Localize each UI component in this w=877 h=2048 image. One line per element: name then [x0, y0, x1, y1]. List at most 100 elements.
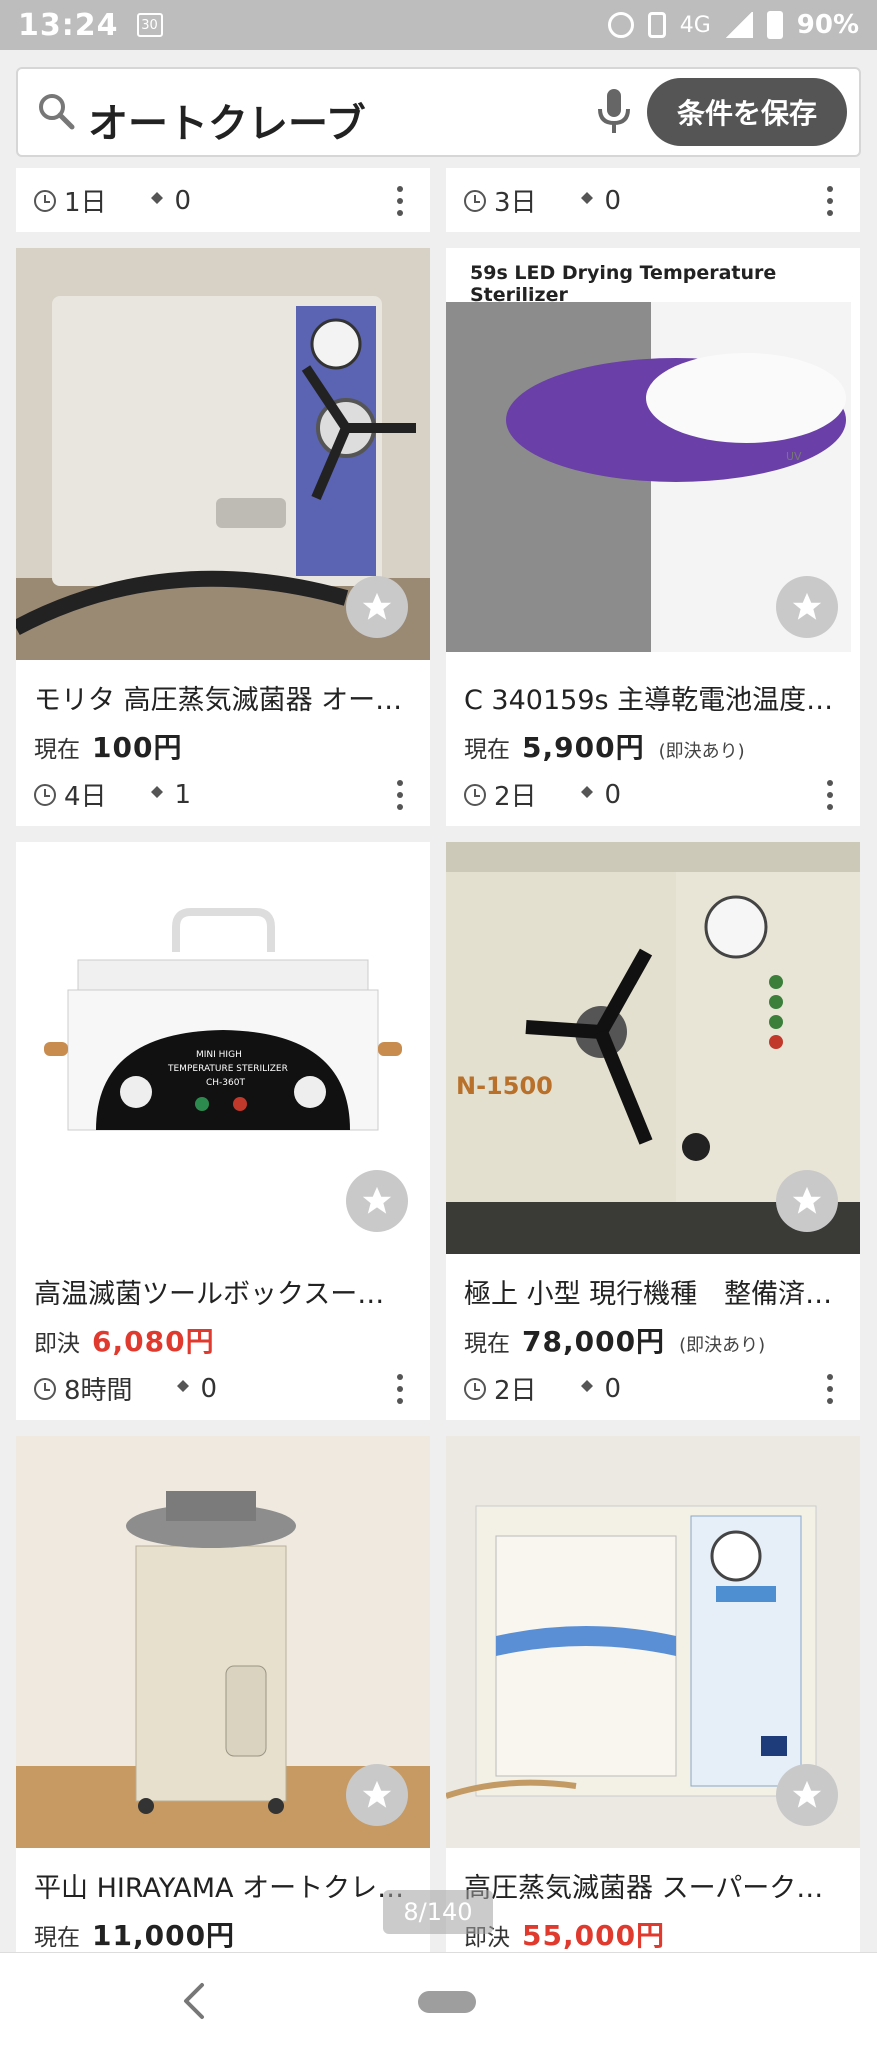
listing-meta: 8時間 0: [34, 1370, 414, 1407]
gavel-icon: [575, 191, 593, 209]
clock-icon: [34, 783, 56, 806]
more-options-icon[interactable]: [396, 779, 404, 810]
clock-icon: [464, 189, 486, 212]
price: 55,000円: [522, 1919, 666, 1952]
price-line: 即決 6,080円: [34, 1320, 215, 1360]
save-search-button[interactable]: 条件を保存: [647, 78, 847, 146]
status-time: 13:24: [18, 7, 119, 43]
listing-card[interactable]: 高圧蒸気滅菌器 スーパーク… 即決 55,000円: [446, 1436, 860, 1952]
image-caption: N-1500: [456, 1072, 553, 1100]
alarm-icon: [607, 12, 634, 38]
price-label: 現在: [464, 737, 510, 763]
clock-icon: [34, 189, 56, 212]
calendar-icon: 30: [136, 13, 163, 37]
price: 100円: [92, 731, 183, 764]
back-icon[interactable]: [176, 1979, 216, 2023]
bid-count: 0: [174, 185, 192, 216]
listing-image[interactable]: N-1500: [446, 842, 860, 1254]
image-caption: MINI HIGH: [196, 1050, 242, 1060]
price-label: 現在: [464, 1331, 510, 1357]
listing-card[interactable]: 1日 0: [16, 168, 430, 232]
star-icon: [362, 1780, 392, 1808]
favorite-button[interactable]: [776, 1764, 838, 1826]
listing-card[interactable]: N-1500 極上 小型 現行機種 整備済… 現在 78,000円 (即決あり)…: [446, 842, 860, 1420]
star-icon: [362, 1186, 392, 1214]
vibrate-icon: [647, 12, 666, 38]
price-line: 現在 5,900円 (即決あり): [464, 726, 745, 766]
listing-image[interactable]: MINI HIGH TEMPERATURE STERILIZER CH-360T: [16, 842, 430, 1254]
image-caption: TEMPERATURE STERILIZER: [168, 1064, 288, 1074]
time-left: 4日: [64, 782, 107, 812]
price-line: 現在 100円: [34, 726, 182, 766]
clock-icon: [34, 1377, 56, 1400]
price: 78,000円: [522, 1325, 666, 1358]
listing-meta: 2日 0: [464, 776, 844, 813]
favorite-button[interactable]: [346, 1170, 408, 1232]
clock-icon: [464, 1377, 486, 1400]
price-label: 現在: [34, 737, 80, 763]
home-pill[interactable]: [418, 1991, 476, 2013]
search-box[interactable]: オートクレーブ 条件を保存: [16, 67, 861, 157]
bid-count: 0: [604, 779, 622, 810]
more-options-icon[interactable]: [396, 185, 404, 216]
price-line: 現在 11,000円: [34, 1914, 235, 1954]
listing-title[interactable]: 極上 小型 現行機種 整備済…: [464, 1272, 842, 1311]
network-label: 4G: [679, 12, 711, 38]
search-input[interactable]: オートクレーブ: [88, 91, 366, 149]
search-header: オートクレーブ 条件を保存: [0, 50, 877, 168]
listing-title[interactable]: 高圧蒸気滅菌器 スーパーク…: [464, 1866, 842, 1905]
star-icon: [792, 1780, 822, 1808]
gavel-icon: [145, 191, 163, 209]
more-options-icon[interactable]: [826, 185, 834, 216]
svg-text:UV: UV: [786, 450, 802, 463]
price: 6,080円: [92, 1325, 215, 1358]
favorite-button[interactable]: [776, 1170, 838, 1232]
gavel-icon: [171, 1379, 189, 1397]
status-bar: 13:24 30 4G 90%: [0, 0, 877, 50]
bid-count: 1: [174, 779, 192, 810]
listing-card[interactable]: 59s LED Drying Temperature Sterilizer UV…: [446, 248, 860, 826]
clock-icon: [464, 783, 486, 806]
more-options-icon[interactable]: [396, 1373, 404, 1404]
listing-meta: 2日 0: [464, 1370, 844, 1407]
star-icon: [792, 592, 822, 620]
time-left: 8時間: [64, 1376, 133, 1406]
more-options-icon[interactable]: [826, 1373, 834, 1404]
favorite-button[interactable]: [346, 576, 408, 638]
price-label: 現在: [34, 1925, 80, 1951]
image-caption: CH-360T: [206, 1078, 245, 1088]
listing-image[interactable]: [16, 248, 430, 660]
time-left: 3日: [494, 188, 537, 218]
favorite-button[interactable]: [776, 576, 838, 638]
listing-title[interactable]: 高温滅菌ツールボックスー…: [34, 1272, 412, 1311]
mic-icon[interactable]: [594, 87, 634, 137]
listing-card[interactable]: モリタ 高圧蒸気滅菌器 オー… 現在 100円 4日 1: [16, 248, 430, 826]
search-icon: [39, 94, 75, 130]
listing-title[interactable]: モリタ 高圧蒸気滅菌器 オー…: [34, 678, 412, 717]
listing-image[interactable]: 59s LED Drying Temperature Sterilizer UV: [446, 248, 860, 660]
listing-card[interactable]: MINI HIGH TEMPERATURE STERILIZER CH-360T…: [16, 842, 430, 1420]
battery-icon: [766, 11, 783, 39]
listing-meta: 1日 0: [34, 182, 414, 219]
listing-image[interactable]: [446, 1436, 860, 1848]
favorite-button[interactable]: [346, 1764, 408, 1826]
listing-meta: 4日 1: [34, 776, 414, 813]
system-nav-bar: [0, 1952, 877, 2048]
listing-meta: 3日 0: [464, 182, 844, 219]
listing-card[interactable]: 平山 HIRAYAMA オートクレ… 現在 11,000円: [16, 1436, 430, 1952]
price-note: (即決あり): [658, 741, 745, 762]
time-left: 2日: [494, 782, 537, 812]
listing-title[interactable]: 平山 HIRAYAMA オートクレ…: [34, 1866, 412, 1905]
time-left: 2日: [494, 1376, 537, 1406]
status-icons: 4G 90%: [607, 10, 859, 40]
listing-image[interactable]: [16, 1436, 430, 1848]
bid-count: 0: [604, 185, 622, 216]
more-options-icon[interactable]: [826, 779, 834, 810]
star-icon: [362, 592, 392, 620]
page-indicator: 8/140: [383, 1890, 493, 1934]
listing-card[interactable]: 3日 0: [446, 168, 860, 232]
star-icon: [792, 1186, 822, 1214]
price-label: 即決: [34, 1331, 80, 1357]
listing-title[interactable]: C 340159s 主導乾電池温度…: [464, 678, 842, 717]
time-left: 1日: [64, 188, 107, 218]
